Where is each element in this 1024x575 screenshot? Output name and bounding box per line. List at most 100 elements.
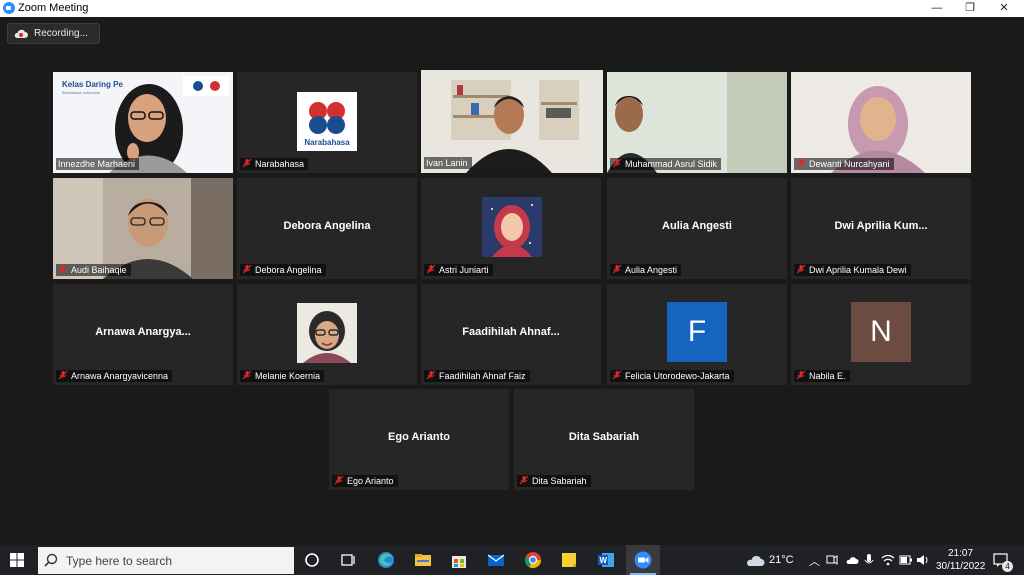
participant-center-name: Arnawa Anargya...: [95, 326, 191, 338]
participant-label: Ivan Lanin: [424, 157, 472, 169]
edge-browser-icon[interactable]: [377, 551, 395, 569]
clock-date[interactable]: 30/11/2022: [936, 561, 985, 572]
video-tile[interactable]: Astri Juniarti: [421, 178, 601, 279]
cloud-sync-icon[interactable]: [845, 553, 859, 567]
zoom-app-icon: [3, 2, 15, 14]
participant-name: Ivan Lanin: [426, 158, 468, 168]
windows-taskbar: Type here to search W 21°C ︿ 21:07 30/11…: [0, 545, 1024, 575]
participant-label: Dwi Aprilia Kumala Dewi: [794, 264, 911, 276]
muted-mic-icon: [242, 158, 252, 168]
profile-avatar-icon: [297, 303, 357, 363]
participant-label: Melanie Koernia: [240, 370, 325, 382]
participant-name: Dewanti Nurcahyani: [809, 159, 890, 169]
logo-text: Narabahasa: [304, 138, 350, 147]
meet-now-icon[interactable]: [826, 553, 838, 567]
recording-indicator[interactable]: Recording...: [7, 23, 100, 44]
notification-badge: 4: [1002, 561, 1013, 572]
slide-title: Kelas Daring Pe: [62, 80, 123, 89]
participant-label: Innezdhe Marhaeni: [56, 158, 140, 170]
store-icon[interactable]: [450, 551, 468, 569]
video-tile[interactable]: Dita Sabariah Dita Sabariah: [514, 389, 694, 490]
video-tile[interactable]: Aulia Angesti Aulia Angesti: [607, 178, 787, 279]
initial-avatar: F: [667, 302, 727, 362]
window-titlebar: Zoom Meeting — ❐ ✕: [0, 0, 1024, 17]
muted-mic-icon: [426, 370, 436, 380]
video-tile[interactable]: Dwi Aprilia Kum... Dwi Aprilia Kumala De…: [791, 178, 971, 279]
file-explorer-icon[interactable]: [414, 551, 432, 569]
recording-label: Recording...: [34, 28, 88, 39]
cloud-record-icon: [14, 29, 28, 38]
chrome-icon[interactable]: [524, 551, 542, 569]
chevron-up-icon[interactable]: ︿: [809, 553, 820, 569]
video-tile[interactable]: N Nabila E.: [791, 284, 971, 385]
minimize-button[interactable]: —: [921, 0, 953, 17]
participant-name: Audi Baihaqie: [71, 265, 127, 275]
participant-name: Felicia Utorodewo-Jakarta: [625, 371, 730, 381]
slide-subtitle: Berbahasa Indonesia: [62, 90, 100, 95]
taskbar-search-box[interactable]: Type here to search: [38, 547, 294, 574]
windows-start-icon[interactable]: [10, 553, 24, 567]
mail-icon[interactable]: [487, 551, 505, 569]
muted-mic-icon: [796, 158, 806, 168]
video-tile[interactable]: Ego Arianto Ego Arianto: [329, 389, 509, 490]
video-tile[interactable]: Kelas Daring Pe Berbahasa Indonesia Inne…: [53, 72, 233, 173]
video-tile[interactable]: Narabahasa Narabahasa: [237, 72, 417, 173]
muted-mic-icon: [612, 370, 622, 380]
microphone-icon[interactable]: [864, 553, 874, 567]
task-view-icon[interactable]: [339, 551, 357, 569]
muted-mic-icon: [334, 475, 344, 485]
participant-name: Arnawa Anargyavicenna: [71, 371, 169, 381]
search-icon: [44, 553, 58, 567]
muted-mic-icon: [426, 264, 436, 274]
video-tile[interactable]: Audi Baihaqie: [53, 178, 233, 279]
participant-label: Dewanti Nurcahyani: [794, 158, 894, 170]
participant-label: Astri Juniarti: [424, 264, 493, 276]
video-tile[interactable]: Melanie Koernia: [237, 284, 417, 385]
video-tile[interactable]: Muhammad Asrul Sidik: [607, 72, 787, 173]
volume-icon[interactable]: [916, 553, 930, 567]
close-button[interactable]: ✕: [988, 0, 1020, 17]
participant-name: Nabila E.: [809, 371, 846, 381]
participant-label: Faadihilah Ahnaf Faiz: [424, 370, 530, 382]
participant-name: Melanie Koernia: [255, 371, 321, 381]
battery-icon[interactable]: [899, 554, 913, 566]
video-tile[interactable]: Faadihilah Ahnaf... Faadihilah Ahnaf Fai…: [421, 284, 601, 385]
weather-cloud-icon[interactable]: [745, 553, 765, 567]
video-tile[interactable]: F Felicia Utorodewo-Jakarta: [607, 284, 787, 385]
participant-label: Muhammad Asrul Sidik: [610, 158, 722, 170]
participant-center-name: Ego Arianto: [388, 431, 450, 443]
zoom-icon: [634, 551, 652, 569]
word-icon[interactable]: W: [597, 551, 615, 569]
participant-label: Narabahasa: [240, 158, 309, 170]
participant-label: Audi Baihaqie: [56, 264, 131, 276]
participant-name: Narabahasa: [255, 159, 305, 169]
video-tile[interactable]: Debora Angelina Debora Angelina: [237, 178, 417, 279]
participant-name: Innezdhe Marhaeni: [58, 159, 136, 169]
participant-label: Arnawa Anargyavicenna: [56, 370, 173, 382]
cortana-icon[interactable]: [303, 551, 321, 569]
participant-label: Nabila E.: [794, 370, 850, 382]
clock-time[interactable]: 21:07: [948, 548, 973, 559]
muted-mic-icon: [242, 370, 252, 380]
narabahasa-logo: Narabahasa: [297, 92, 357, 151]
weather-temperature[interactable]: 21°C: [769, 554, 794, 566]
participant-name: Ego Arianto: [347, 476, 394, 486]
muted-mic-icon: [58, 264, 68, 274]
window-title: Zoom Meeting: [18, 2, 89, 14]
video-tile-active-speaker[interactable]: Ivan Lanin: [421, 70, 603, 173]
participant-name: Faadihilah Ahnaf Faiz: [439, 371, 526, 381]
participant-name: Debora Angelina: [255, 265, 322, 275]
participant-label: Aulia Angesti: [610, 264, 682, 276]
restore-button[interactable]: ❐: [954, 0, 986, 17]
participant-name: Aulia Angesti: [625, 265, 678, 275]
wifi-icon[interactable]: [881, 553, 895, 567]
participant-label: Debora Angelina: [240, 264, 326, 276]
svg-text:W: W: [600, 556, 608, 565]
zoom-taskbar-button[interactable]: [626, 545, 660, 575]
participant-label: Felicia Utorodewo-Jakarta: [610, 370, 734, 382]
muted-mic-icon: [796, 370, 806, 380]
sticky-notes-icon[interactable]: [560, 551, 578, 569]
participant-center-name: Dwi Aprilia Kum...: [834, 220, 928, 232]
video-tile[interactable]: Dewanti Nurcahyani: [791, 72, 971, 173]
video-tile[interactable]: Arnawa Anargya... Arnawa Anargyavicenna: [53, 284, 233, 385]
